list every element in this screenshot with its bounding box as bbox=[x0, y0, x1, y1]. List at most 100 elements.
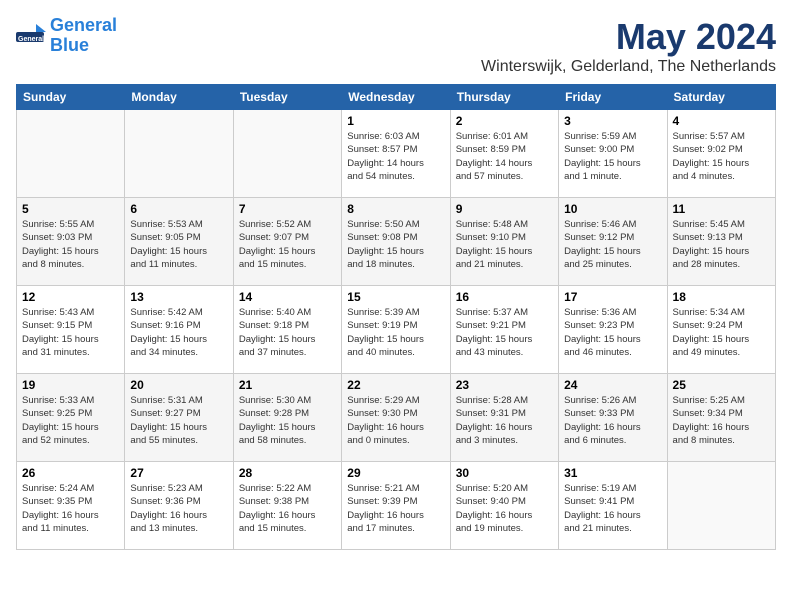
day-number: 10 bbox=[564, 202, 661, 216]
day-info: Sunrise: 5:19 AM Sunset: 9:41 PM Dayligh… bbox=[564, 482, 661, 535]
day-info: Sunrise: 5:31 AM Sunset: 9:27 PM Dayligh… bbox=[130, 394, 227, 447]
day-number: 19 bbox=[22, 378, 119, 392]
calendar-cell: 13 Sunrise: 5:42 AM Sunset: 9:16 PM Dayli… bbox=[125, 286, 233, 374]
day-info: Sunrise: 5:29 AM Sunset: 9:30 PM Dayligh… bbox=[347, 394, 444, 447]
day-number: 29 bbox=[347, 466, 444, 480]
page-header: General GeneralBlue May 2024 Winterswijk… bbox=[16, 16, 776, 76]
calendar-cell: 19 Sunrise: 5:33 AM Sunset: 9:25 PM Dayli… bbox=[17, 374, 125, 462]
day-number: 27 bbox=[130, 466, 227, 480]
calendar-week-row: 26 Sunrise: 5:24 AM Sunset: 9:35 PM Dayli… bbox=[17, 462, 776, 550]
day-number: 15 bbox=[347, 290, 444, 304]
day-info: Sunrise: 5:42 AM Sunset: 9:16 PM Dayligh… bbox=[130, 306, 227, 359]
location-subtitle: Winterswijk, Gelderland, The Netherlands bbox=[481, 58, 776, 76]
logo-text: GeneralBlue bbox=[50, 16, 117, 56]
calendar-week-row: 12 Sunrise: 5:43 AM Sunset: 9:15 PM Dayli… bbox=[17, 286, 776, 374]
calendar-week-row: 19 Sunrise: 5:33 AM Sunset: 9:25 PM Dayli… bbox=[17, 374, 776, 462]
day-number: 5 bbox=[22, 202, 119, 216]
calendar-week-row: 5Sunrise: 5:55 AM Sunset: 9:03 PM Daylig… bbox=[17, 198, 776, 286]
day-number: 28 bbox=[239, 466, 336, 480]
weekday-header: Tuesday bbox=[233, 85, 341, 110]
day-number: 16 bbox=[456, 290, 553, 304]
day-number: 21 bbox=[239, 378, 336, 392]
day-number: 8 bbox=[347, 202, 444, 216]
calendar-cell bbox=[233, 110, 341, 198]
day-number: 18 bbox=[673, 290, 770, 304]
calendar-cell: 6 Sunrise: 5:53 AM Sunset: 9:05 PM Daylig… bbox=[125, 198, 233, 286]
calendar-cell: 31 Sunrise: 5:19 AM Sunset: 9:41 PM Dayli… bbox=[559, 462, 667, 550]
day-info: Sunrise: 5:40 AM Sunset: 9:18 PM Dayligh… bbox=[239, 306, 336, 359]
calendar-cell: 29 Sunrise: 5:21 AM Sunset: 9:39 PM Dayli… bbox=[342, 462, 450, 550]
day-number: 14 bbox=[239, 290, 336, 304]
day-info: Sunrise: 5:48 AM Sunset: 9:10 PM Dayligh… bbox=[456, 218, 553, 271]
day-info: Sunrise: 5:39 AM Sunset: 9:19 PM Dayligh… bbox=[347, 306, 444, 359]
day-info: Sunrise: 5:53 AM Sunset: 9:05 PM Dayligh… bbox=[130, 218, 227, 271]
calendar-cell: 30Sunrise: 5:20 AM Sunset: 9:40 PM Dayli… bbox=[450, 462, 558, 550]
calendar-cell: 27 Sunrise: 5:23 AM Sunset: 9:36 PM Dayli… bbox=[125, 462, 233, 550]
calendar-cell: 3 Sunrise: 5:59 AM Sunset: 9:00 PM Daylig… bbox=[559, 110, 667, 198]
calendar-cell: 8 Sunrise: 5:50 AM Sunset: 9:08 PM Daylig… bbox=[342, 198, 450, 286]
weekday-header: Wednesday bbox=[342, 85, 450, 110]
day-info: Sunrise: 5:52 AM Sunset: 9:07 PM Dayligh… bbox=[239, 218, 336, 271]
weekday-header: Monday bbox=[125, 85, 233, 110]
calendar-table: SundayMondayTuesdayWednesdayThursdayFrid… bbox=[16, 84, 776, 550]
day-number: 31 bbox=[564, 466, 661, 480]
weekday-header: Thursday bbox=[450, 85, 558, 110]
day-number: 13 bbox=[130, 290, 227, 304]
day-info: Sunrise: 5:57 AM Sunset: 9:02 PM Dayligh… bbox=[673, 130, 770, 183]
day-info: Sunrise: 5:22 AM Sunset: 9:38 PM Dayligh… bbox=[239, 482, 336, 535]
day-info: Sunrise: 6:03 AM Sunset: 8:57 PM Dayligh… bbox=[347, 130, 444, 183]
day-number: 26 bbox=[22, 466, 119, 480]
day-number: 30 bbox=[456, 466, 553, 480]
day-info: Sunrise: 5:59 AM Sunset: 9:00 PM Dayligh… bbox=[564, 130, 661, 183]
calendar-cell: 22 Sunrise: 5:29 AM Sunset: 9:30 PM Dayli… bbox=[342, 374, 450, 462]
day-number: 24 bbox=[564, 378, 661, 392]
day-number: 3 bbox=[564, 114, 661, 128]
day-number: 22 bbox=[347, 378, 444, 392]
calendar-cell bbox=[125, 110, 233, 198]
calendar-cell: 24 Sunrise: 5:26 AM Sunset: 9:33 PM Dayli… bbox=[559, 374, 667, 462]
day-info: Sunrise: 5:26 AM Sunset: 9:33 PM Dayligh… bbox=[564, 394, 661, 447]
day-number: 25 bbox=[673, 378, 770, 392]
calendar-cell: 1 Sunrise: 6:03 AM Sunset: 8:57 PM Daylig… bbox=[342, 110, 450, 198]
day-info: Sunrise: 5:37 AM Sunset: 9:21 PM Dayligh… bbox=[456, 306, 553, 359]
calendar-week-row: 1 Sunrise: 6:03 AM Sunset: 8:57 PM Daylig… bbox=[17, 110, 776, 198]
calendar-cell: 4 Sunrise: 5:57 AM Sunset: 9:02 PM Daylig… bbox=[667, 110, 775, 198]
day-number: 7 bbox=[239, 202, 336, 216]
weekday-header: Friday bbox=[559, 85, 667, 110]
weekday-header: Sunday bbox=[17, 85, 125, 110]
day-info: Sunrise: 5:45 AM Sunset: 9:13 PM Dayligh… bbox=[673, 218, 770, 271]
weekday-header: Saturday bbox=[667, 85, 775, 110]
day-number: 12 bbox=[22, 290, 119, 304]
day-info: Sunrise: 5:33 AM Sunset: 9:25 PM Dayligh… bbox=[22, 394, 119, 447]
day-info: Sunrise: 5:28 AM Sunset: 9:31 PM Dayligh… bbox=[456, 394, 553, 447]
day-number: 17 bbox=[564, 290, 661, 304]
day-info: Sunrise: 5:21 AM Sunset: 9:39 PM Dayligh… bbox=[347, 482, 444, 535]
month-title: May 2024 bbox=[481, 16, 776, 58]
day-number: 6 bbox=[130, 202, 227, 216]
calendar-cell: 14 Sunrise: 5:40 AM Sunset: 9:18 PM Dayli… bbox=[233, 286, 341, 374]
day-info: Sunrise: 5:24 AM Sunset: 9:35 PM Dayligh… bbox=[22, 482, 119, 535]
day-number: 1 bbox=[347, 114, 444, 128]
day-info: Sunrise: 5:25 AM Sunset: 9:34 PM Dayligh… bbox=[673, 394, 770, 447]
day-number: 11 bbox=[673, 202, 770, 216]
calendar-cell: 16 Sunrise: 5:37 AM Sunset: 9:21 PM Dayli… bbox=[450, 286, 558, 374]
logo: General GeneralBlue bbox=[16, 16, 117, 56]
calendar-cell: 23Sunrise: 5:28 AM Sunset: 9:31 PM Dayli… bbox=[450, 374, 558, 462]
calendar-cell: 17Sunrise: 5:36 AM Sunset: 9:23 PM Dayli… bbox=[559, 286, 667, 374]
day-info: Sunrise: 5:50 AM Sunset: 9:08 PM Dayligh… bbox=[347, 218, 444, 271]
calendar-cell: 11 Sunrise: 5:45 AM Sunset: 9:13 PM Dayli… bbox=[667, 198, 775, 286]
day-info: Sunrise: 5:34 AM Sunset: 9:24 PM Dayligh… bbox=[673, 306, 770, 359]
day-info: Sunrise: 5:30 AM Sunset: 9:28 PM Dayligh… bbox=[239, 394, 336, 447]
calendar-cell: 2Sunrise: 6:01 AM Sunset: 8:59 PM Daylig… bbox=[450, 110, 558, 198]
day-info: Sunrise: 5:23 AM Sunset: 9:36 PM Dayligh… bbox=[130, 482, 227, 535]
calendar-cell: 21 Sunrise: 5:30 AM Sunset: 9:28 PM Dayli… bbox=[233, 374, 341, 462]
calendar-cell: 26 Sunrise: 5:24 AM Sunset: 9:35 PM Dayli… bbox=[17, 462, 125, 550]
calendar-cell bbox=[17, 110, 125, 198]
calendar-cell: 10 Sunrise: 5:46 AM Sunset: 9:12 PM Dayli… bbox=[559, 198, 667, 286]
day-number: 4 bbox=[673, 114, 770, 128]
day-info: Sunrise: 5:46 AM Sunset: 9:12 PM Dayligh… bbox=[564, 218, 661, 271]
day-info: Sunrise: 5:43 AM Sunset: 9:15 PM Dayligh… bbox=[22, 306, 119, 359]
title-block: May 2024 Winterswijk, Gelderland, The Ne… bbox=[481, 16, 776, 76]
day-number: 20 bbox=[130, 378, 227, 392]
calendar-cell: 15 Sunrise: 5:39 AM Sunset: 9:19 PM Dayli… bbox=[342, 286, 450, 374]
